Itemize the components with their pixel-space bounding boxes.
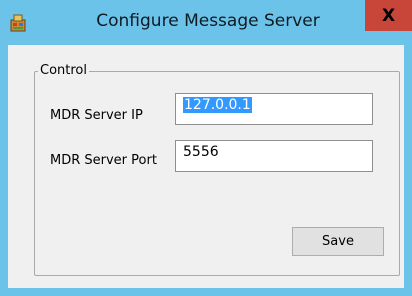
server-port-value: 5556 [183, 144, 219, 160]
configure-message-server-window: Configure Message Server X Control MDR S… [0, 0, 412, 296]
server-ip-value: 127.0.0.1 [183, 97, 252, 113]
save-button[interactable]: Save [292, 227, 384, 256]
server-port-label: MDR Server Port [50, 153, 157, 168]
server-ip-label: MDR Server IP [50, 108, 143, 123]
close-button[interactable]: X [365, 0, 412, 31]
application-icon [9, 14, 27, 32]
groupbox-legend: Control [38, 63, 89, 78]
dialog-client-area: Control MDR Server IP 127.0.0.1 MDR Serv… [8, 45, 404, 288]
save-button-label: Save [322, 234, 354, 249]
server-port-input[interactable]: 5556 [175, 140, 373, 172]
close-icon: X [381, 5, 396, 26]
window-title: Configure Message Server [96, 11, 320, 31]
server-ip-input[interactable]: 127.0.0.1 [175, 93, 373, 125]
title-bar[interactable]: Configure Message Server X [0, 0, 412, 45]
control-groupbox: Control MDR Server IP 127.0.0.1 MDR Serv… [34, 63, 400, 276]
